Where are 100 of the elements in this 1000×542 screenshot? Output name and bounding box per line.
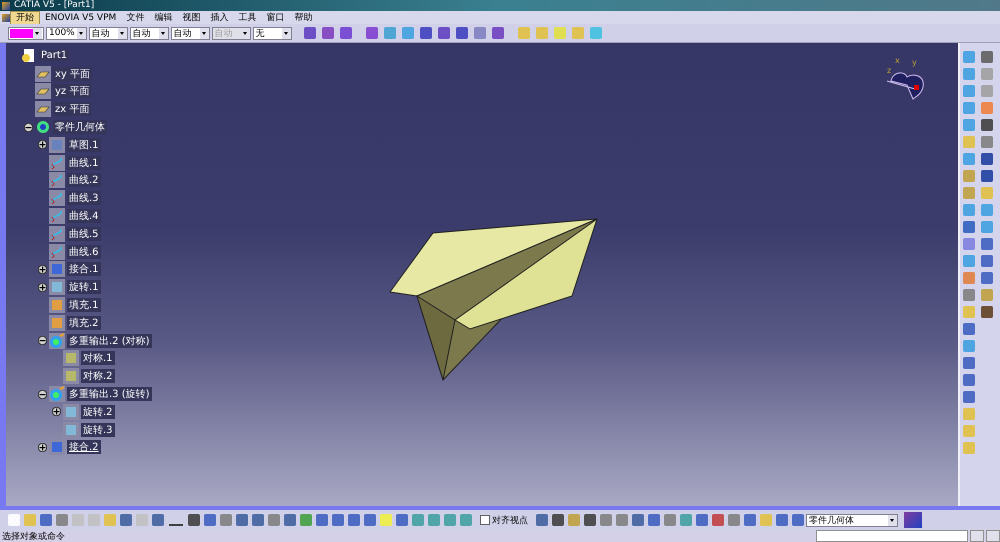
tree-toggle[interactable]: [24, 122, 33, 132]
command-input-field[interactable]: [816, 530, 968, 542]
toolbar-tool-icon[interactable]: [552, 514, 564, 526]
toolbar-tool-icon[interactable]: [474, 27, 486, 39]
tree-node-label[interactable]: 草图.1: [67, 138, 101, 152]
toolbar-tool-icon[interactable]: [188, 514, 200, 526]
toolbar-tool-icon[interactable]: [963, 391, 975, 403]
tree-node-label[interactable]: 填充.2: [67, 316, 101, 330]
tree-node-label[interactable]: 旋转.1: [67, 280, 101, 294]
toolbar-tool-icon[interactable]: [536, 514, 548, 526]
tree-toggle[interactable]: [38, 282, 47, 292]
tree-node-label[interactable]: 旋转.3: [81, 422, 115, 437]
toolbar-tool-icon[interactable]: [792, 514, 804, 526]
dropdown[interactable]: 自动: [88, 26, 128, 40]
toolbar-tool-icon[interactable]: [364, 514, 376, 526]
tree-node-label[interactable]: 曲线.1: [67, 156, 101, 170]
tree-node-label[interactable]: 对称.1: [81, 351, 115, 366]
toolbar-tool-icon[interactable]: [696, 514, 708, 526]
menu-item[interactable]: 插入: [205, 12, 234, 24]
tree-node-label[interactable]: 接合.1: [67, 262, 101, 276]
toolbar-tool-icon[interactable]: [340, 27, 352, 39]
toolbar-tool-icon[interactable]: [304, 27, 316, 39]
toolbar-tool-icon[interactable]: [40, 514, 52, 526]
toolbar-tool-icon[interactable]: [981, 153, 993, 165]
toolbar-tool-icon[interactable]: [981, 272, 993, 284]
toolbar-tool-icon[interactable]: [348, 514, 360, 526]
toolbar-tool-icon[interactable]: [120, 514, 132, 526]
toolbar-tool-icon[interactable]: [316, 514, 328, 526]
tree-node-label[interactable]: Part1: [39, 50, 70, 62]
toolbar-tool-icon[interactable]: [384, 27, 396, 39]
status-button[interactable]: [970, 530, 984, 542]
tree-toggle[interactable]: [38, 140, 47, 150]
tree-toggle[interactable]: [38, 264, 47, 274]
tree-node-label[interactable]: 对称.2: [81, 369, 115, 384]
tree-node-label[interactable]: 多重输出.3 (旋转): [67, 387, 152, 402]
toolbar-tool-icon[interactable]: [981, 170, 993, 182]
tree-node-label[interactable]: 零件几何体: [53, 120, 107, 134]
color-dropdown[interactable]: [8, 26, 44, 40]
toolbar-tool-icon[interactable]: [332, 514, 344, 526]
toolbar-tool-icon[interactable]: [322, 27, 334, 39]
tree-node-label[interactable]: 曲线.6: [67, 244, 101, 259]
tree-node-label[interactable]: 曲线.4: [67, 209, 101, 224]
feature-icon: [49, 154, 65, 171]
toolbar-tool-icon[interactable]: [252, 514, 264, 526]
tree-node-label[interactable]: xy 平面: [53, 66, 92, 81]
toolbar-tool-icon[interactable]: [981, 119, 993, 131]
body-dropdown[interactable]: 零件几何体: [806, 514, 898, 526]
toolbar-tool-icon[interactable]: [402, 27, 414, 39]
tree-toggle[interactable]: [38, 336, 47, 346]
tree-toggle[interactable]: [38, 390, 47, 399]
toolbar-tool-icon[interactable]: [963, 374, 975, 386]
tree-node-label[interactable]: 曲线.2: [67, 173, 101, 188]
toolbar-tool-icon[interactable]: [776, 514, 788, 526]
dropdown[interactable]: 自动: [170, 26, 210, 40]
tree-node-label[interactable]: 接合.2: [67, 440, 101, 454]
menu-item[interactable]: 帮助: [289, 12, 318, 24]
toolbar-tool-icon[interactable]: [438, 27, 450, 39]
checkbox[interactable]: [480, 515, 490, 525]
toolbar-tool-icon[interactable]: [284, 514, 296, 526]
menu-item[interactable]: 窗口: [261, 12, 290, 24]
menu-item[interactable]: 视图: [177, 12, 206, 24]
dropdown[interactable]: 100%: [46, 26, 87, 40]
toolbar-tool-icon[interactable]: [963, 357, 975, 369]
menu-item[interactable]: 文件: [121, 12, 150, 24]
toolbar-tool-icon[interactable]: [981, 306, 993, 318]
tree-node-label[interactable]: 旋转.2: [81, 404, 115, 419]
toolbar-tool-icon[interactable]: [492, 27, 504, 39]
toolbar-tool-icon[interactable]: [963, 221, 975, 233]
tree-node-label[interactable]: yz 平面: [53, 84, 92, 98]
toolbar-tool-icon[interactable]: [456, 27, 468, 39]
toolbar-tool-icon[interactable]: [420, 27, 432, 39]
toolbar-tool-icon[interactable]: [648, 514, 660, 526]
toolbar-tool-icon[interactable]: [981, 255, 993, 267]
toolbar-tool-icon[interactable]: [744, 514, 756, 526]
menu-item[interactable]: ENOVIA V5 VPM: [40, 12, 122, 24]
toolbar-tool-icon[interactable]: [366, 27, 378, 39]
dropdown[interactable]: 自动: [130, 26, 169, 40]
tree-node-label[interactable]: 填充.1: [67, 298, 101, 312]
menu-item[interactable]: 编辑: [149, 12, 178, 24]
tree-node-label[interactable]: 曲线.5: [67, 226, 101, 241]
menu-item[interactable]: 开始: [10, 10, 40, 24]
feature-icon: [49, 226, 65, 242]
toolbar-tool-icon[interactable]: [963, 323, 975, 335]
tree-node-label[interactable]: 多重输出.2 (对称): [67, 334, 152, 348]
tree-toggle[interactable]: [52, 407, 61, 416]
tree-node-label[interactable]: 曲线.3: [67, 191, 101, 206]
toolbar-tool-icon[interactable]: [396, 514, 408, 526]
toolbar-tool-icon[interactable]: [712, 514, 724, 526]
toolbar-tool-icon[interactable]: [236, 514, 248, 526]
tree-node-label[interactable]: zx 平面: [53, 102, 92, 116]
dropdown[interactable]: 无: [252, 26, 292, 40]
toolbar-tool-icon[interactable]: [632, 514, 644, 526]
toolbar-tool-icon[interactable]: [152, 514, 164, 526]
status-button[interactable]: [986, 530, 1000, 542]
toolbar-tool-icon[interactable]: [981, 238, 993, 250]
menu-item[interactable]: 工具: [233, 12, 262, 24]
toolbar-tool-icon[interactable]: [204, 514, 216, 526]
tree-toggle[interactable]: [38, 442, 47, 452]
toolbar-tool-icon[interactable]: [584, 514, 596, 526]
toolbar-tool-icon[interactable]: [981, 51, 993, 63]
